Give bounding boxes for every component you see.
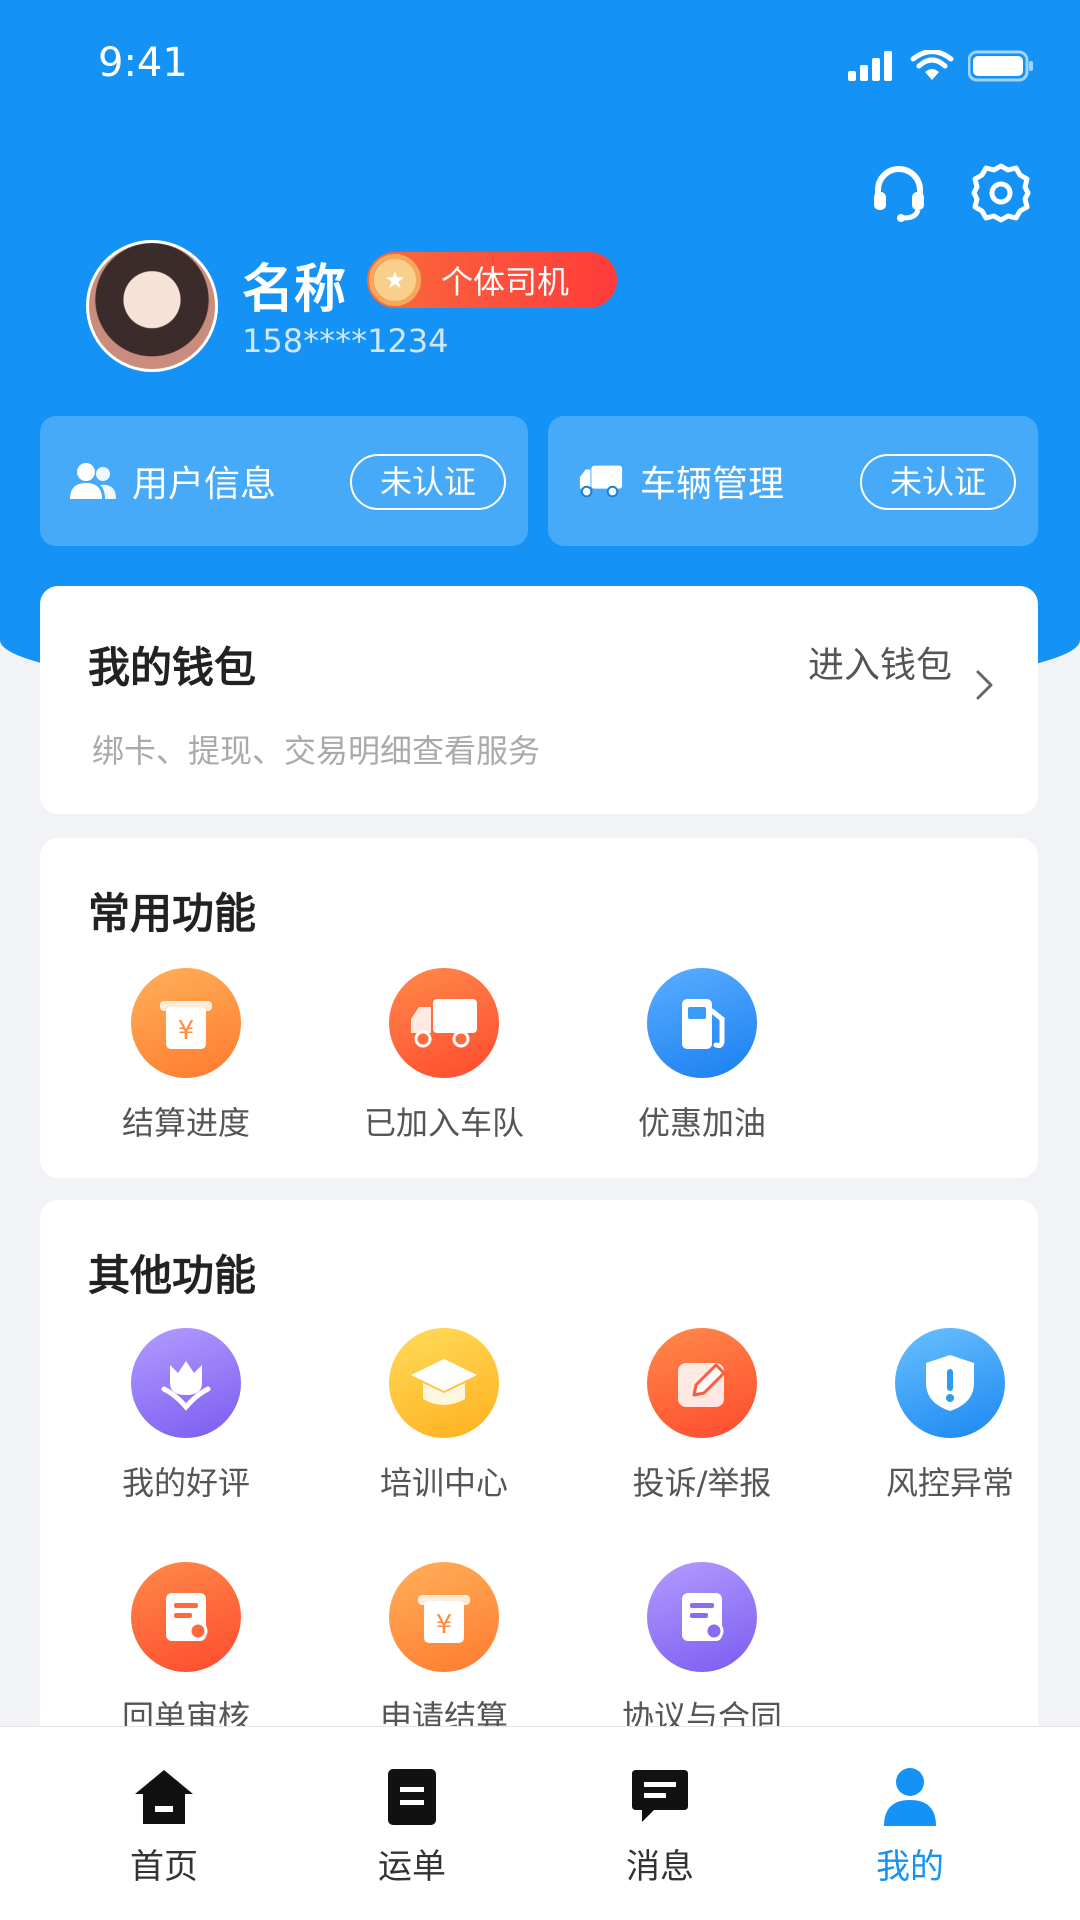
truck-icon xyxy=(578,458,624,504)
vehicle-management-card[interactable]: 车辆管理 未认证 xyxy=(548,416,1038,546)
message-icon xyxy=(560,1763,760,1831)
contract-icon xyxy=(647,1562,757,1672)
other-functions-card: 其他功能 我的好评 培训中心 投诉/举报 风控异常 回单审核 ¥ 申请结算 协议… xyxy=(40,1200,1038,1760)
function-label: 已加入车队 xyxy=(363,1104,524,1142)
function-risk-exception[interactable]: 风控异常 xyxy=(860,1328,1040,1504)
tab-label: 首页 xyxy=(130,1847,198,1887)
function-label: 风控异常 xyxy=(885,1464,1014,1502)
role-label: 个体司机 xyxy=(441,263,570,301)
waybill-icon xyxy=(312,1763,512,1831)
user-info-label: 用户信息 xyxy=(132,464,277,505)
tab-home[interactable]: 首页 xyxy=(64,1763,264,1888)
function-training-center[interactable]: 培训中心 xyxy=(344,1328,544,1504)
users-icon xyxy=(70,458,116,504)
user-phone: 158****1234 xyxy=(242,322,449,360)
medal-icon: ★ xyxy=(369,254,421,306)
wallet-title: 我的钱包 xyxy=(88,643,257,692)
avatar[interactable] xyxy=(86,240,218,372)
function-discount-fuel[interactable]: 优惠加油 xyxy=(602,968,802,1144)
common-functions-title: 常用功能 xyxy=(88,889,257,938)
function-label: 优惠加油 xyxy=(637,1104,766,1142)
function-label: 结算进度 xyxy=(121,1104,250,1142)
function-agreements-contracts[interactable]: 协议与合同 xyxy=(602,1562,802,1738)
tab-messages[interactable]: 消息 xyxy=(560,1763,760,1888)
tab-waybill[interactable]: 运单 xyxy=(312,1763,512,1888)
tab-label: 消息 xyxy=(626,1847,694,1887)
customer-service-icon[interactable] xyxy=(866,160,932,226)
graduation-cap-icon xyxy=(389,1328,499,1438)
home-icon xyxy=(64,1763,264,1831)
header-actions xyxy=(866,160,1034,226)
common-functions-card: 常用功能 ¥ 结算进度 已加入车队 优惠加油 xyxy=(40,838,1038,1178)
function-apply-settlement[interactable]: ¥ 申请结算 xyxy=(344,1562,544,1738)
shield-alert-icon xyxy=(895,1328,1005,1438)
function-label: 培训中心 xyxy=(379,1464,508,1502)
other-functions-title: 其他功能 xyxy=(88,1251,257,1300)
settlement-icon: ¥ xyxy=(131,968,241,1078)
person-icon xyxy=(810,1763,1010,1831)
enter-wallet-link[interactable]: 进入钱包 xyxy=(808,636,952,688)
user-name: 名称 xyxy=(242,260,347,320)
chevron-right-icon[interactable] xyxy=(974,668,996,702)
tab-label: 我的 xyxy=(876,1847,944,1887)
function-receipt-review[interactable]: 回单审核 xyxy=(86,1562,286,1738)
bottom-tab-bar: 首页 运单 消息 我的 xyxy=(0,1726,1080,1920)
wifi-icon xyxy=(910,50,954,80)
svg-text:¥: ¥ xyxy=(178,1016,195,1046)
wallet-description: 绑卡、提现、交易明细查看服务 xyxy=(92,732,541,770)
function-complaint-report[interactable]: 投诉/举报 xyxy=(602,1328,802,1504)
wallet-card[interactable]: 我的钱包 进入钱包 绑卡、提现、交易明细查看服务 xyxy=(40,586,1038,814)
cellular-signal-icon xyxy=(848,51,892,81)
tab-mine[interactable]: 我的 xyxy=(810,1763,1010,1888)
document-review-icon xyxy=(131,1562,241,1672)
tab-label: 运单 xyxy=(378,1847,446,1887)
vehicle-status[interactable]: 未认证 xyxy=(859,454,1016,510)
settings-gear-icon[interactable] xyxy=(968,160,1034,226)
function-my-reviews[interactable]: 我的好评 xyxy=(86,1328,286,1504)
svg-text:¥: ¥ xyxy=(436,1610,453,1640)
role-badge: ★ 个体司机 xyxy=(367,252,617,308)
truck-icon xyxy=(389,968,499,1078)
tulip-icon xyxy=(131,1328,241,1438)
user-info-status[interactable]: 未认证 xyxy=(349,454,506,510)
function-label: 投诉/举报 xyxy=(632,1464,772,1502)
function-settlement-progress[interactable]: ¥ 结算进度 xyxy=(86,968,286,1144)
settlement-icon: ¥ xyxy=(389,1562,499,1672)
status-time: 9:41 xyxy=(98,40,188,86)
status-bar: 9:41 xyxy=(0,0,1080,130)
function-joined-fleet[interactable]: 已加入车队 xyxy=(344,968,544,1144)
status-icons xyxy=(846,50,1034,82)
fuel-pump-icon xyxy=(647,968,757,1078)
edit-icon xyxy=(647,1328,757,1438)
battery-icon xyxy=(968,50,1033,82)
user-info-card[interactable]: 用户信息 未认证 xyxy=(40,416,528,546)
vehicle-label: 车辆管理 xyxy=(640,464,785,505)
function-label: 我的好评 xyxy=(121,1464,250,1502)
